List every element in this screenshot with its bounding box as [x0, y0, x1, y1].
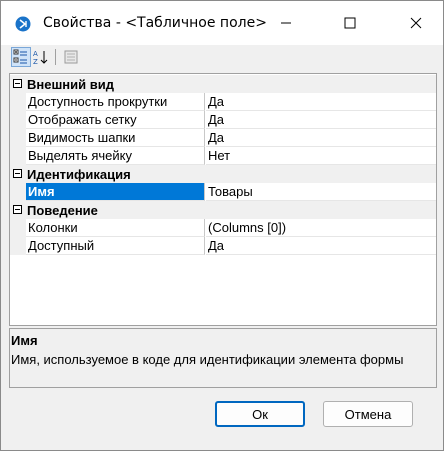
property-value[interactable]: (Columns [0]) [206, 219, 436, 237]
property-row[interactable]: Отображать сетку Да [10, 111, 436, 129]
property-pages-icon [64, 50, 78, 64]
minimize-icon [281, 22, 291, 24]
collapse-toggle-icon[interactable] [13, 169, 22, 178]
property-value[interactable]: Да [206, 237, 436, 255]
property-grid: Внешний вид Доступность прокрутки Да Ото… [9, 73, 437, 326]
maximize-button[interactable] [327, 1, 373, 45]
svg-text:Z: Z [33, 58, 38, 65]
cancel-button[interactable]: Отмена [323, 401, 413, 427]
description-title: Имя [11, 333, 38, 348]
property-name: Доступный [26, 237, 205, 255]
property-row[interactable]: Колонки (Columns [0]) [10, 219, 436, 237]
category-label: Внешний вид [27, 77, 114, 92]
property-name: Выделять ячейку [26, 147, 205, 165]
svg-text:A: A [33, 50, 38, 58]
minimize-button[interactable] [263, 1, 309, 45]
categorized-view-icon [13, 49, 27, 64]
collapse-toggle-icon[interactable] [13, 79, 22, 88]
description-text: Имя, используемое в коде для идентификац… [11, 352, 404, 367]
close-button[interactable] [393, 1, 439, 45]
property-toolbar: A Z [9, 46, 437, 72]
property-name: Видимость шапки [26, 129, 205, 147]
property-pages-button[interactable] [61, 47, 81, 67]
property-row[interactable]: Выделять ячейку Нет [10, 147, 436, 165]
category-behavior[interactable]: Поведение [10, 201, 436, 219]
properties-app-icon [15, 16, 31, 32]
title-bar[interactable]: Свойства - <Табличное поле> [1, 1, 443, 45]
property-value[interactable]: Да [206, 129, 436, 147]
categorized-view-button[interactable] [11, 47, 31, 67]
alphabetical-sort-button[interactable]: A Z [31, 47, 51, 67]
collapse-toggle-icon[interactable] [13, 205, 22, 214]
property-name: Отображать сетку [26, 111, 205, 129]
property-value[interactable]: Товары [206, 183, 436, 201]
window-title: Свойства - <Табличное поле> [43, 15, 267, 31]
property-row[interactable]: Доступность прокрутки Да [10, 93, 436, 111]
alphabetical-sort-icon: A Z [33, 50, 48, 65]
property-row[interactable]: Доступный Да [10, 237, 436, 255]
property-value[interactable]: Нет [206, 147, 436, 165]
category-label: Идентификация [27, 167, 131, 182]
properties-dialog: Свойства - <Табличное поле> A Z Внешний … [0, 0, 444, 451]
close-icon [410, 17, 422, 29]
description-panel: Имя Имя, используемое в коде для идентиф… [9, 328, 437, 388]
category-identification[interactable]: Идентификация [10, 165, 436, 183]
toolbar-separator [55, 49, 56, 65]
ok-button[interactable]: Ок [215, 401, 305, 427]
property-name: Доступность прокрутки [26, 93, 205, 111]
property-name: Колонки [26, 219, 205, 237]
property-row-selected[interactable]: Имя Товары [10, 183, 436, 201]
property-value[interactable]: Да [206, 93, 436, 111]
property-name: Имя [26, 183, 205, 201]
property-row[interactable]: Видимость шапки Да [10, 129, 436, 147]
category-label: Поведение [27, 203, 98, 218]
category-appearance[interactable]: Внешний вид [10, 75, 436, 93]
property-value[interactable]: Да [206, 111, 436, 129]
maximize-icon [344, 17, 356, 29]
